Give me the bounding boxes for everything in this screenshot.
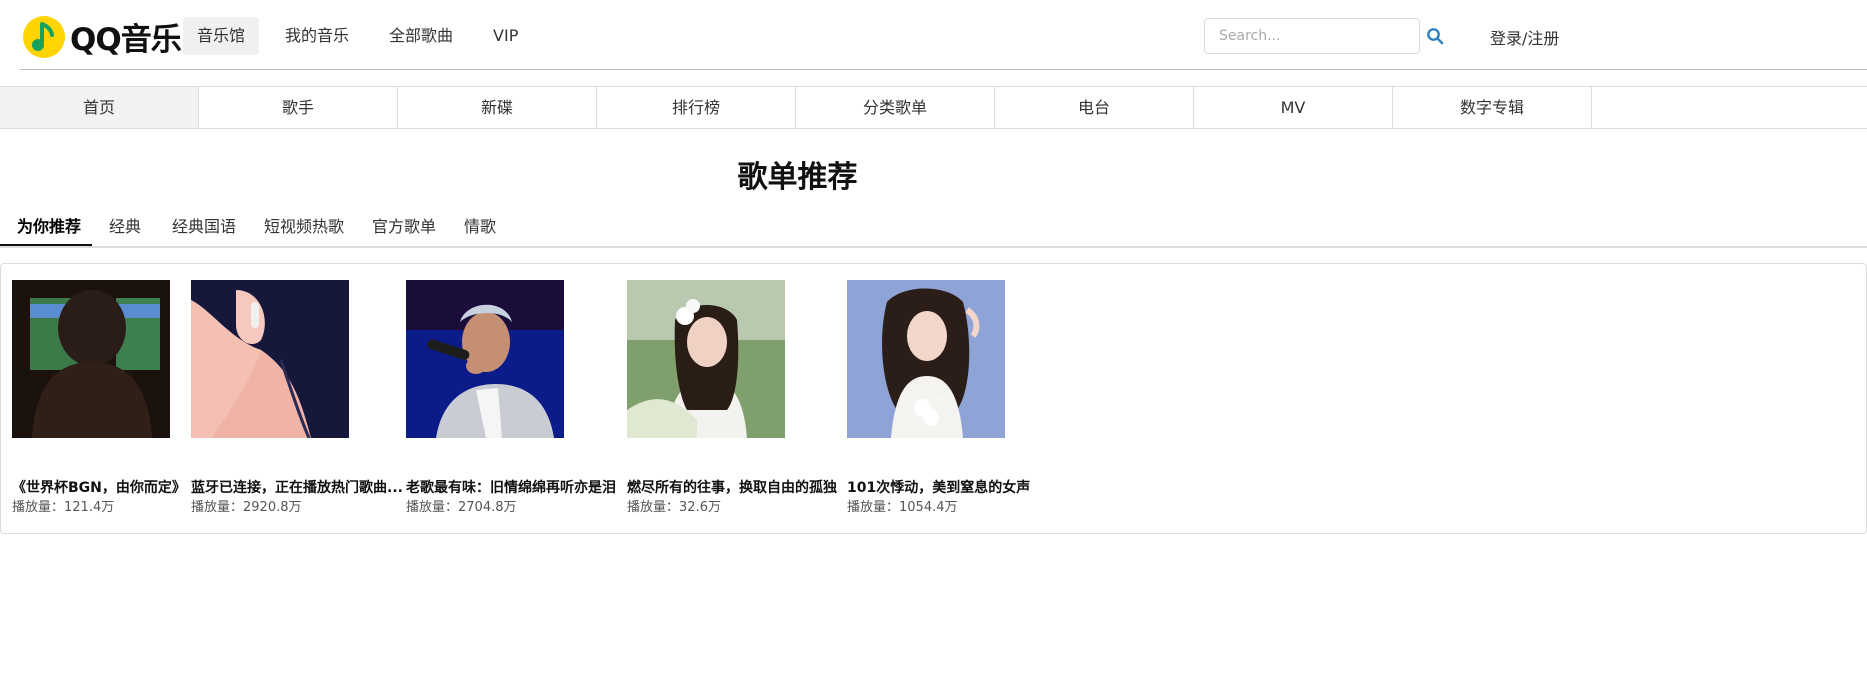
search-icon[interactable] <box>1426 27 1444 45</box>
subnav-home[interactable]: 首页 <box>0 87 199 128</box>
play-count-value: 32.6万 <box>679 500 721 515</box>
playlist-title[interactable]: 《世界杯BGN，由你而定》 <box>12 477 186 497</box>
play-count-label: 播放量： <box>12 500 65 515</box>
tab-classic[interactable]: 经典 <box>109 207 141 246</box>
sub-nav: 首页 歌手 新碟 排行榜 分类歌单 电台 MV 数字专辑 <box>0 86 1867 129</box>
subnav-mv[interactable]: MV <box>1194 87 1393 128</box>
brand-name: QQ音乐 <box>70 22 182 58</box>
category-tabs: 为你推荐 经典 经典国语 短视频热歌 官方歌单 情歌 <box>0 207 1867 248</box>
play-count-label: 播放量： <box>191 500 244 515</box>
playlist-card[interactable]: 蓝牙已连接，正在播放热门歌曲... 播放量：2920.8万 <box>191 280 431 515</box>
playlist-play-count: 播放量：2704.8万 <box>406 496 517 515</box>
tab-recommended-for-you[interactable]: 为你推荐 <box>17 207 81 246</box>
subnav-radio[interactable]: 电台 <box>995 87 1194 128</box>
play-count-value: 2920.8万 <box>243 500 302 515</box>
playlist-card[interactable]: 燃尽所有的往事，换取自由的孤独 播放量：32.6万 <box>627 280 867 515</box>
subnav-new-albums[interactable]: 新碟 <box>398 87 597 128</box>
playlist-cover-image[interactable] <box>406 280 564 438</box>
play-count-label: 播放量： <box>627 500 680 515</box>
play-count-label: 播放量： <box>406 500 459 515</box>
tab-official-playlists[interactable]: 官方歌单 <box>372 207 436 246</box>
subnav-category-playlists[interactable]: 分类歌单 <box>796 87 995 128</box>
tab-classic-mandarin[interactable]: 经典国语 <box>172 207 236 246</box>
playlist-card[interactable]: 老歌最有味：旧情绵绵再听亦是泪 播放量：2704.8万 <box>406 280 646 515</box>
logo[interactable]: QQ音乐 <box>22 14 182 59</box>
subnav-charts[interactable]: 排行榜 <box>597 87 796 128</box>
top-nav: 音乐馆 我的音乐 全部歌曲 VIP <box>183 17 544 55</box>
playlist-title[interactable]: 燃尽所有的往事，换取自由的孤独 <box>627 477 837 497</box>
playlist-panel: 《世界杯BGN，由你而定》 播放量：121.4万 蓝牙已连接，正在播放热门歌曲.… <box>0 263 1867 534</box>
topnav-all-songs[interactable]: 全部歌曲 <box>375 17 467 55</box>
playlist-cover-image[interactable] <box>847 280 1005 438</box>
playlist-cover-image[interactable] <box>191 280 349 438</box>
section-title: 歌单推荐 <box>737 160 858 195</box>
playlist-play-count: 播放量：32.6万 <box>627 496 721 515</box>
tab-love-songs[interactable]: 情歌 <box>464 207 496 246</box>
play-count-label: 播放量： <box>847 500 900 515</box>
header-divider <box>20 69 1867 70</box>
playlist-play-count: 播放量：121.4万 <box>12 496 114 515</box>
playlist-title[interactable]: 老歌最有味：旧情绵绵再听亦是泪 <box>406 477 616 497</box>
play-count-value: 121.4万 <box>64 500 115 515</box>
active-tab-indicator <box>0 244 92 246</box>
playlist-title[interactable]: 蓝牙已连接，正在播放热门歌曲... <box>191 477 403 497</box>
playlist-card[interactable]: 101次悸动，美到窒息的女声 播放量：1054.4万 <box>847 280 1087 515</box>
header: QQ音乐 音乐馆 我的音乐 全部歌曲 VIP 登录/注册 <box>0 0 1867 72</box>
playlist-title[interactable]: 101次悸动，美到窒息的女声 <box>847 477 1030 497</box>
subnav-digital-albums[interactable]: 数字专辑 <box>1393 87 1592 128</box>
topnav-vip[interactable]: VIP <box>479 17 532 55</box>
search-input[interactable] <box>1204 18 1420 54</box>
playlist-play-count: 播放量：2920.8万 <box>191 496 302 515</box>
play-count-value: 2704.8万 <box>458 500 517 515</box>
topnav-music-hall[interactable]: 音乐馆 <box>183 17 260 55</box>
play-count-value: 1054.4万 <box>899 500 958 515</box>
playlist-play-count: 播放量：1054.4万 <box>847 496 958 515</box>
topnav-my-music[interactable]: 我的音乐 <box>271 17 363 55</box>
qq-music-logo-icon <box>23 15 65 58</box>
playlist-cover-image[interactable] <box>12 280 170 438</box>
tab-short-video-hits[interactable]: 短视频热歌 <box>264 207 344 246</box>
login-register-link[interactable]: 登录/注册 <box>1490 25 1559 49</box>
subnav-singers[interactable]: 歌手 <box>199 87 398 128</box>
playlist-cover-image[interactable] <box>627 280 785 438</box>
